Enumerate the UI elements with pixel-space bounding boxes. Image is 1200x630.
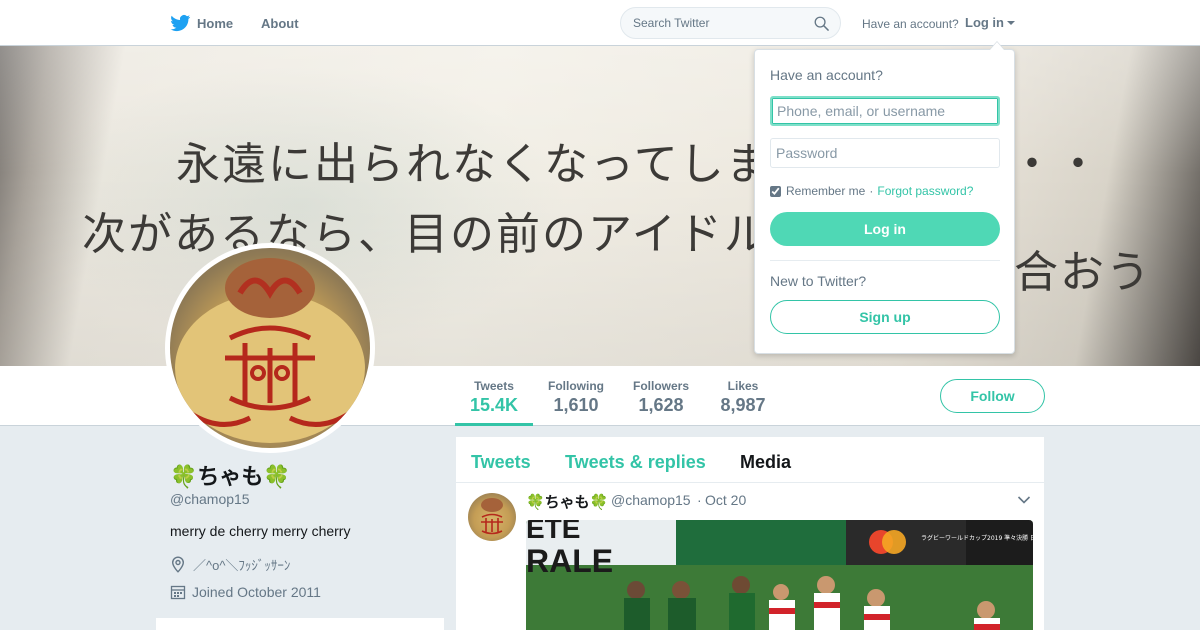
media-overlay-text: ラグビーワールドカップ2019 準々決勝 日本 vs. 南アフリカ LIVE (921, 534, 1033, 542)
media-text-rale: RALE (526, 543, 613, 579)
profile-joined: Joined October 2011 (170, 584, 321, 600)
stat-tweets[interactable]: Tweets 15.4K (455, 366, 533, 426)
joined-text: Joined October 2011 (192, 584, 321, 600)
tweet-author-name[interactable]: 🍀ちゃも🍀 (526, 491, 608, 512)
tab-tweets-and-replies[interactable]: Tweets & replies (565, 452, 706, 473)
password-field[interactable] (770, 138, 1000, 168)
remember-me-row: Remember me · Forgot password? (770, 184, 973, 198)
signup-button[interactable]: Sign up (770, 300, 1000, 334)
caret-down-icon (1007, 20, 1015, 25)
location-pin-icon (171, 556, 185, 573)
tweet-date[interactable]: Oct 20 (705, 492, 746, 508)
profile-name[interactable]: 🍀ちゃも🍀 (170, 459, 291, 491)
avatar-image (170, 248, 370, 448)
top-navigation: Home About Have an account? Log in (0, 0, 1200, 46)
login-button[interactable]: Log in (770, 212, 1000, 246)
tweet-avatar[interactable] (468, 493, 516, 541)
profile-handle[interactable]: @chamop15 (170, 491, 250, 507)
profile-avatar[interactable] (165, 243, 375, 453)
login-dropdown-toggle[interactable]: Log in (965, 15, 1015, 30)
nav-about-link[interactable]: About (261, 16, 299, 31)
have-account-text: Have an account? (862, 17, 959, 31)
tweet-media-image[interactable]: ETE RALE ラグビーワールドカップ2019 準々決勝 日本 vs. 南アフ… (526, 520, 1033, 630)
remember-separator: · (869, 184, 874, 198)
dropdown-title: Have an account? (770, 67, 883, 83)
profile-location: ／^o^＼ﾌｯｼﾞｯｻｰﾝ (170, 555, 290, 574)
nav-home-link[interactable]: Home (197, 16, 233, 31)
tweet-avatar-picture (481, 498, 503, 535)
magnifier-icon[interactable] (814, 16, 829, 31)
stat-value: 1,610 (553, 395, 599, 415)
remember-me-checkbox[interactable] (770, 185, 781, 197)
username-field[interactable] (770, 96, 1000, 126)
banner-text-line1-tail: ・・ (1010, 139, 1102, 190)
stat-label: Followers (632, 379, 689, 393)
tweet-separator: · (697, 492, 702, 508)
stat-followers[interactable]: Followers 1,628 (631, 366, 691, 426)
follow-button[interactable]: Follow (940, 379, 1045, 413)
tweet-author-handle[interactable]: @chamop15 (611, 492, 691, 508)
calendar-icon (170, 585, 186, 600)
twitter-bird-icon[interactable] (170, 13, 191, 33)
avatar-omurice-picture (175, 258, 365, 443)
stat-label: Tweets (474, 379, 514, 393)
media-text-ete: ETE (526, 520, 580, 544)
remember-me-label: Remember me (786, 184, 866, 198)
login-toggle-label: Log in (965, 15, 1004, 30)
timeline: Tweets Tweets & replies Media 🍀ちゃも🍀 @cha… (456, 437, 1044, 630)
stat-following[interactable]: Following 1,610 (546, 366, 606, 426)
stat-value: 1,628 (638, 395, 684, 415)
search-box (620, 7, 841, 39)
forgot-password-link[interactable]: Forgot password? (877, 184, 973, 198)
rugby-photo: ETE RALE ラグビーワールドカップ2019 準々決勝 日本 vs. 南アフ… (526, 520, 1033, 630)
stat-value: 15.4K (469, 395, 519, 415)
new-to-twitter-text: New to Twitter? (770, 273, 867, 289)
left-sidebar-card (156, 618, 444, 630)
location-text: ／^o^＼ﾌｯｼﾞｯｻｰﾝ (193, 558, 291, 573)
tab-tweets[interactable]: Tweets (471, 452, 531, 473)
stat-value: 8,987 (720, 395, 766, 415)
search-input[interactable] (621, 8, 801, 38)
stat-label: Following (548, 379, 604, 393)
banner-text-line1: 永遠に出られなくなってしまっ (176, 139, 817, 190)
tab-media[interactable]: Media (740, 452, 791, 473)
stat-likes[interactable]: Likes 8,987 (714, 366, 772, 426)
login-dropdown: Have an account? Remember me · Forgot pa… (754, 41, 1015, 354)
profile-bio: merry de cherry merry cherry (170, 523, 351, 539)
stat-label: Likes (727, 379, 759, 393)
chevron-down-icon[interactable] (1017, 495, 1031, 505)
dropdown-divider (770, 260, 1000, 261)
timeline-tabs: Tweets Tweets & replies Media (456, 437, 1044, 483)
banner-text-line2-tail: 合おう (1014, 247, 1152, 298)
